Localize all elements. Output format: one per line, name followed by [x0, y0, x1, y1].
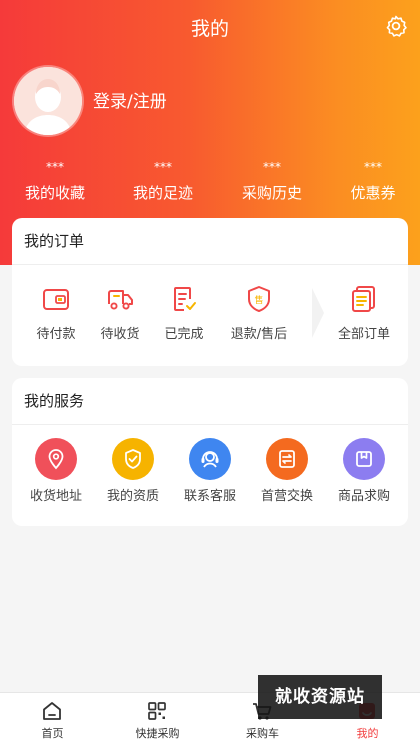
- service-qualifications[interactable]: 我的资质: [97, 438, 169, 506]
- order-label: 待收货: [100, 327, 140, 342]
- stat-coupons[interactable]: *** 优惠券: [318, 160, 420, 204]
- stat-favorites[interactable]: *** 我的收藏: [0, 160, 110, 204]
- headset-icon: [201, 451, 219, 468]
- box-icon: [356, 451, 372, 467]
- service-label: 首营交换: [260, 489, 313, 504]
- service-icon-circle: [112, 438, 154, 480]
- stat-value: ***: [263, 160, 281, 174]
- stat-footprints[interactable]: *** 我的足迹: [108, 160, 218, 204]
- svg-text:售: 售: [254, 294, 263, 306]
- user-silhouette-icon: [14, 67, 82, 135]
- shield-after-sale-icon: 售: [248, 286, 270, 312]
- order-label: 全部订单: [337, 327, 390, 342]
- orders-list-icon: [352, 286, 375, 312]
- card-title: 我的服务: [12, 378, 408, 425]
- location-pin-icon: [48, 449, 64, 470]
- order-refund-after-sale[interactable]: 售 退款/售后: [220, 284, 298, 344]
- order-completed[interactable]: 已完成: [148, 284, 220, 344]
- my-orders-card: 我的订单 待付款 待收货 已完成 售 退款/售后 全部订单: [12, 218, 408, 366]
- tab-quick-purchase[interactable]: 快捷采购: [105, 693, 210, 748]
- stat-label: 我的足迹: [132, 184, 193, 202]
- service-label: 收货地址: [29, 489, 82, 504]
- service-shipping-address[interactable]: 收货地址: [20, 438, 92, 506]
- service-label: 我的资质: [106, 489, 159, 504]
- service-first-exchange[interactable]: 首营交换: [251, 438, 323, 506]
- service-icon-circle: [266, 438, 308, 480]
- order-pending-payment[interactable]: 待付款: [20, 284, 92, 344]
- divider-arrow: [312, 288, 324, 338]
- my-services-card: 我的服务 收货地址 我的资质 联系客服 首营交换 商品求购: [12, 378, 408, 526]
- service-icon-circle: [343, 438, 385, 480]
- service-product-request[interactable]: 商品求购: [328, 438, 400, 506]
- tab-label: 我的: [356, 727, 379, 740]
- order-label: 已完成: [164, 327, 204, 342]
- tab-label: 首页: [41, 727, 64, 740]
- card-title: 我的订单: [12, 218, 408, 265]
- wallet-icon: [43, 289, 69, 310]
- stat-label: 优惠券: [350, 184, 396, 202]
- order-label: 退款/售后: [230, 327, 288, 342]
- service-icon-circle: [189, 438, 231, 480]
- scan-grid-icon: [148, 702, 166, 720]
- order-all[interactable]: 全部订单: [328, 284, 400, 344]
- tab-label: 快捷采购: [135, 727, 180, 740]
- login-register-link[interactable]: 登录/注册: [93, 90, 167, 114]
- service-customer-support[interactable]: 联系客服: [174, 438, 246, 506]
- gear-icon[interactable]: [384, 14, 408, 38]
- stat-value: ***: [46, 160, 64, 174]
- service-label: 联系客服: [183, 489, 236, 504]
- stat-purchase-history[interactable]: *** 采购历史: [217, 160, 327, 204]
- truck-icon: [108, 290, 133, 310]
- watermark-overlay: 就收资源站: [258, 675, 382, 719]
- stat-label: 采购历史: [241, 184, 302, 202]
- exchange-doc-icon: [279, 450, 295, 468]
- avatar[interactable]: [14, 67, 82, 135]
- order-label: 待付款: [36, 327, 76, 342]
- page-title: 我的: [190, 18, 229, 40]
- home-icon: [43, 702, 61, 720]
- tab-label: 采购车: [246, 727, 279, 740]
- shield-check-icon: [125, 449, 141, 469]
- service-icon-circle: [35, 438, 77, 480]
- stat-value: ***: [364, 160, 382, 174]
- order-pending-receipt[interactable]: 待收货: [84, 284, 156, 344]
- service-label: 商品求购: [337, 489, 390, 504]
- stat-value: ***: [154, 160, 172, 174]
- checklist-icon: [174, 287, 196, 311]
- tab-home[interactable]: 首页: [0, 693, 105, 748]
- stat-label: 我的收藏: [24, 184, 85, 202]
